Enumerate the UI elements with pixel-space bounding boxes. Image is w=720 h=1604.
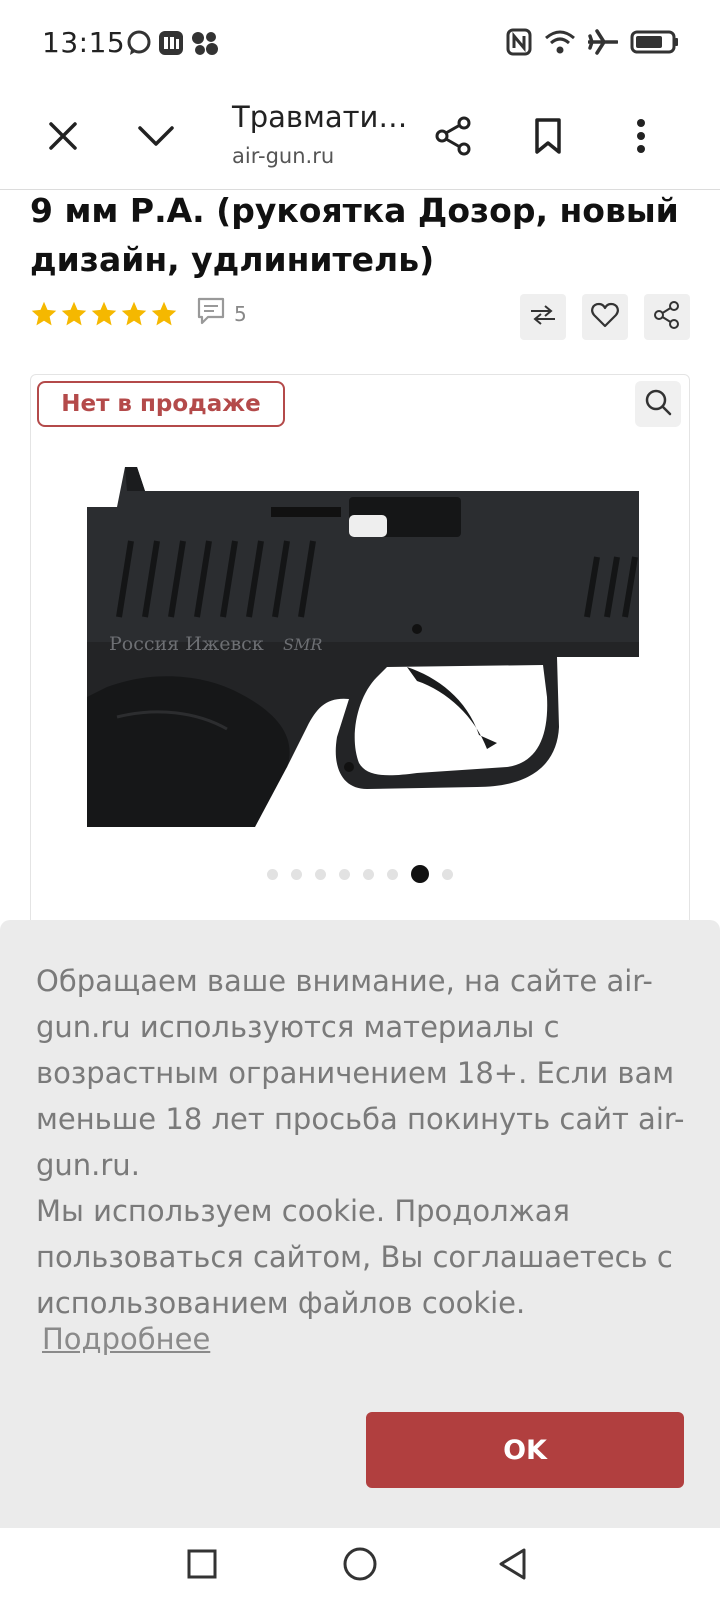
ok-button[interactable]: OK xyxy=(366,1412,684,1488)
status-left-icons xyxy=(126,30,220,61)
back-triangle-icon xyxy=(497,1547,527,1586)
page-domain[interactable]: air-gun.ru xyxy=(232,144,334,168)
star-icon xyxy=(91,301,117,325)
bookmark-button[interactable] xyxy=(520,110,576,166)
back-button[interactable] xyxy=(488,1542,536,1590)
gallery-pagination[interactable] xyxy=(31,865,689,883)
heart-icon xyxy=(591,302,619,333)
battery-icon xyxy=(630,29,680,60)
star-icon xyxy=(121,301,147,325)
age-warning-text: Обращаем ваше внимание, на сайте air-gun… xyxy=(36,964,685,1182)
product-share-button[interactable] xyxy=(644,294,690,340)
home-circle-icon xyxy=(343,1547,377,1586)
product-title: 9 мм Р.А. (рукоятка Дозор, новый дизайн,… xyxy=(30,191,679,279)
chat-bubble-icon xyxy=(126,30,152,61)
close-icon xyxy=(48,121,78,156)
review-count[interactable]: 5 xyxy=(234,302,247,326)
apps-cluster-icon xyxy=(190,30,220,61)
wifi-icon xyxy=(544,29,576,60)
home-button[interactable] xyxy=(336,1542,384,1590)
page-title[interactable]: Травмати… xyxy=(232,100,407,134)
product-image[interactable]: Россия Ижевск SMR xyxy=(87,467,639,827)
share-button[interactable] xyxy=(425,110,481,166)
cookie-notice-text: Мы используем cookie. Продолжая пользова… xyxy=(36,1194,673,1320)
collapse-button[interactable] xyxy=(128,110,184,166)
gallery-dot[interactable] xyxy=(267,868,278,880)
recents-button[interactable] xyxy=(178,1542,226,1590)
gallery-dot[interactable] xyxy=(315,868,326,880)
product-gallery[interactable]: Нет в продаже Россия Ижевск SMR xyxy=(30,374,690,934)
gallery-dot[interactable] xyxy=(387,868,398,880)
bookmark-icon xyxy=(534,117,562,160)
zoom-button[interactable] xyxy=(635,381,681,427)
gallery-dot[interactable] xyxy=(291,868,302,880)
rating-row: 5 xyxy=(30,296,247,331)
recents-square-icon xyxy=(187,1549,217,1584)
nfc-icon xyxy=(506,28,532,61)
cookie-consent-panel: Обращаем ваше внимание, на сайте air-gun… xyxy=(0,920,720,1528)
compare-arrows-icon xyxy=(529,303,557,332)
share-icon xyxy=(434,116,472,161)
star-icon xyxy=(61,301,87,325)
more-vert-icon xyxy=(636,118,646,159)
status-time: 13:15 xyxy=(42,26,126,59)
chevron-down-icon xyxy=(138,125,174,152)
gallery-dot[interactable] xyxy=(411,865,429,883)
availability-badge: Нет в продаже xyxy=(37,381,285,427)
share-icon xyxy=(654,300,680,334)
search-icon xyxy=(644,388,672,421)
close-tab-button[interactable] xyxy=(35,110,91,166)
engraving-logo: SMR xyxy=(283,635,322,654)
more-info-link[interactable]: Подробнее xyxy=(42,1322,210,1356)
gallery-dot[interactable] xyxy=(442,868,453,880)
gallery-dot[interactable] xyxy=(339,868,350,880)
menu-button[interactable] xyxy=(613,110,669,166)
compare-button[interactable] xyxy=(520,294,566,340)
airplane-icon xyxy=(587,29,619,60)
messenger-app-icon xyxy=(158,30,184,61)
system-nav-bar xyxy=(0,1528,720,1604)
status-bar: 13:15 xyxy=(0,0,720,88)
status-right-icons xyxy=(506,28,680,61)
engraving-text: Россия Ижевск xyxy=(109,633,264,655)
favorite-button[interactable] xyxy=(582,294,628,340)
gallery-dot[interactable] xyxy=(363,868,374,880)
rating-stars[interactable] xyxy=(30,300,178,328)
browser-toolbar: Травмати… air-gun.ru xyxy=(0,88,720,190)
cookie-message: Обращаем ваше внимание, на сайте air-gun… xyxy=(36,958,686,1326)
star-icon xyxy=(31,301,57,325)
star-icon xyxy=(151,301,177,325)
comment-icon[interactable] xyxy=(196,296,226,331)
